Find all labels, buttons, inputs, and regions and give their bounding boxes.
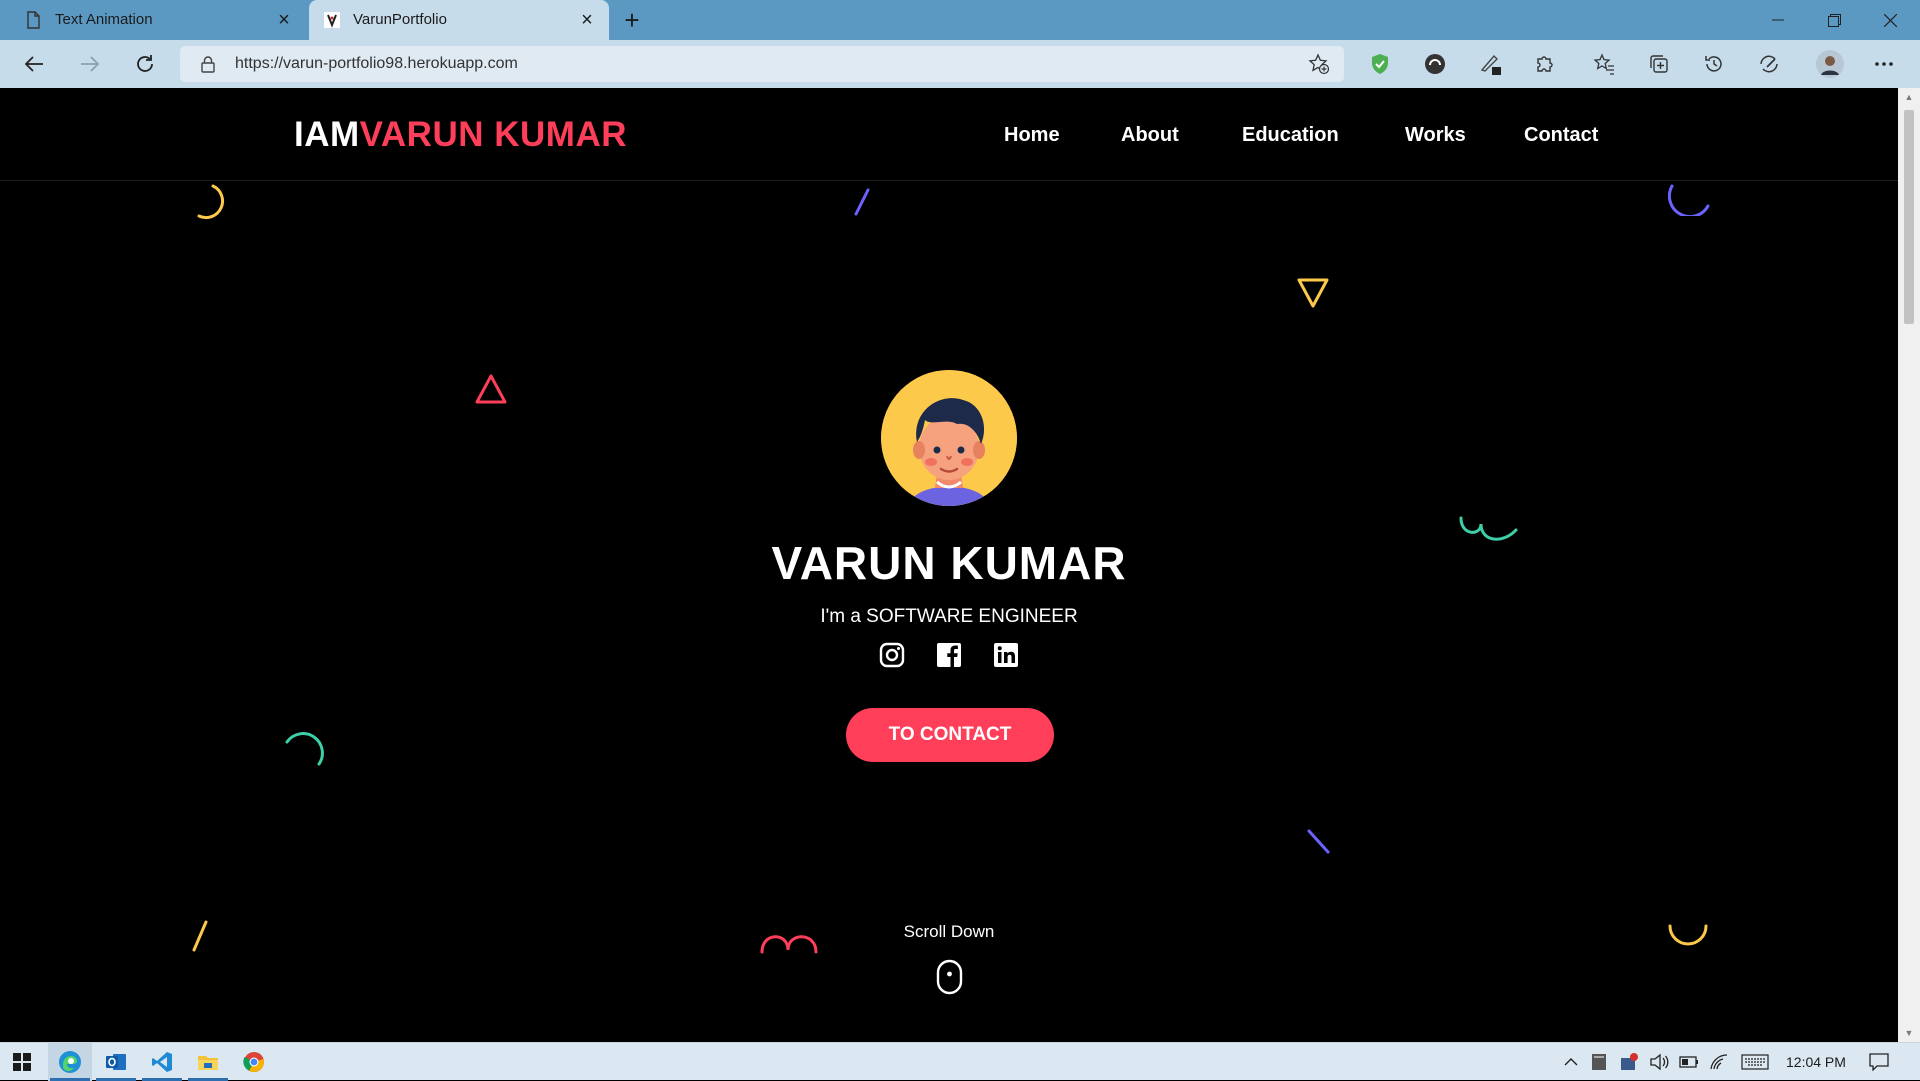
mouse-scroll-icon[interactable] (936, 959, 963, 995)
url-text[interactable]: https://varun-portfolio98.herokuapp.com (235, 55, 518, 73)
logo-name: VARUN KUMAR (359, 115, 627, 154)
close-icon[interactable]: × (274, 10, 294, 30)
security-icon[interactable] (1618, 1052, 1640, 1072)
arc-shape (197, 184, 225, 220)
instagram-icon[interactable] (878, 641, 906, 669)
tab-strip: Text Animation × VarunPortfolio × + (0, 0, 1920, 40)
facebook-icon[interactable] (935, 641, 963, 669)
scroll-up-arrow-icon[interactable]: ▲ (1904, 92, 1914, 102)
wifi-icon[interactable] (1708, 1052, 1730, 1072)
shield-extension-icon[interactable] (1368, 52, 1392, 76)
page-viewport: IAMVARUN KUMAR Home About Education Work… (0, 88, 1898, 1042)
triangle-shape (475, 374, 507, 404)
refresh-icon (137, 55, 153, 72)
nav-home[interactable]: Home (1004, 124, 1060, 147)
nav-contact[interactable]: Contact (1524, 124, 1598, 147)
line-shape (1307, 829, 1330, 854)
back-arrow-icon (24, 56, 43, 72)
arc-shape (285, 732, 324, 766)
scrollbar-thumb[interactable] (1904, 110, 1914, 324)
extension-icon[interactable] (1423, 52, 1447, 76)
tab-text-animation[interactable]: Text Animation × (0, 0, 306, 40)
avatar (881, 370, 1017, 506)
clock[interactable]: 12:04 PM (1786, 1054, 1846, 1070)
arc-shape (1668, 184, 1710, 216)
site-logo[interactable]: IAMVARUN KUMAR (294, 115, 627, 155)
outlook-icon[interactable] (94, 1043, 138, 1081)
performance-icon[interactable] (1757, 52, 1781, 76)
favorites-icon[interactable] (1592, 52, 1616, 76)
tab-varun-portfolio[interactable]: VarunPortfolio × (309, 0, 609, 40)
collections-icon[interactable] (1647, 52, 1671, 76)
restore-button[interactable] (1806, 0, 1862, 40)
close-icon[interactable]: × (577, 10, 597, 30)
linkedin-icon[interactable] (992, 641, 1020, 669)
scroll-down-label: Scroll Down (903, 922, 995, 941)
notifications-icon[interactable] (1868, 1052, 1890, 1072)
back-button[interactable] (18, 48, 50, 80)
chrome-icon[interactable] (232, 1043, 276, 1081)
minimize-icon (1772, 19, 1784, 21)
restore-icon (1827, 13, 1841, 27)
triangle-shape (1297, 278, 1329, 308)
windows-start-icon[interactable] (0, 1043, 44, 1081)
show-hidden-icons-icon[interactable] (1560, 1052, 1582, 1072)
profile-avatar[interactable] (1816, 50, 1844, 78)
browser-toolbar: https://varun-portfolio98.herokuapp.com (0, 40, 1920, 88)
tab-title: VarunPortfolio (353, 11, 447, 28)
page-icon (27, 11, 40, 29)
forward-button[interactable] (74, 48, 106, 80)
logo-prefix: IAM (294, 115, 360, 154)
hero-name: VARUN KUMAR (771, 537, 1127, 589)
hero-role: I'm a SOFTWARE ENGINEER (820, 606, 1078, 627)
social-links (878, 641, 1020, 671)
volume-icon[interactable] (1648, 1052, 1670, 1072)
keyboard-icon[interactable] (1740, 1052, 1770, 1072)
nav-education[interactable]: Education (1242, 124, 1339, 147)
scroll-down-arrow-icon[interactable]: ▼ (1904, 1028, 1914, 1038)
more-icon[interactable] (1872, 52, 1896, 76)
site-favicon (324, 12, 340, 28)
page-scrollbar[interactable]: ▲ ▼ (1898, 88, 1920, 1042)
forward-arrow-icon (81, 56, 100, 72)
nav-works[interactable]: Works (1405, 124, 1466, 147)
edge-icon[interactable] (48, 1043, 92, 1081)
add-favorite-icon[interactable] (1308, 53, 1330, 75)
nav-about[interactable]: About (1121, 124, 1179, 147)
refresh-button[interactable] (129, 48, 161, 80)
pen-extension-icon[interactable] (1478, 52, 1502, 76)
line-shape (854, 188, 870, 216)
battery-icon[interactable] (1678, 1052, 1700, 1072)
tab-title: Text Animation (55, 11, 153, 28)
site-header: IAMVARUN KUMAR Home About Education Work… (0, 88, 1898, 181)
lock-icon[interactable] (200, 55, 216, 73)
file-explorer-icon[interactable] (186, 1043, 230, 1081)
extensions-icon[interactable] (1532, 52, 1556, 76)
windows-taskbar: 12:04 PM (0, 1042, 1920, 1081)
new-tab-button[interactable]: + (618, 6, 646, 34)
minimize-button[interactable] (1750, 0, 1806, 40)
history-icon[interactable] (1702, 52, 1726, 76)
storage-icon[interactable] (1588, 1052, 1610, 1072)
vscode-icon[interactable] (140, 1043, 184, 1081)
close-window-button[interactable] (1862, 0, 1918, 40)
close-icon (1883, 13, 1897, 27)
address-bar[interactable]: https://varun-portfolio98.herokuapp.com (180, 46, 1344, 82)
to-contact-button[interactable]: TO CONTACT (846, 708, 1054, 762)
